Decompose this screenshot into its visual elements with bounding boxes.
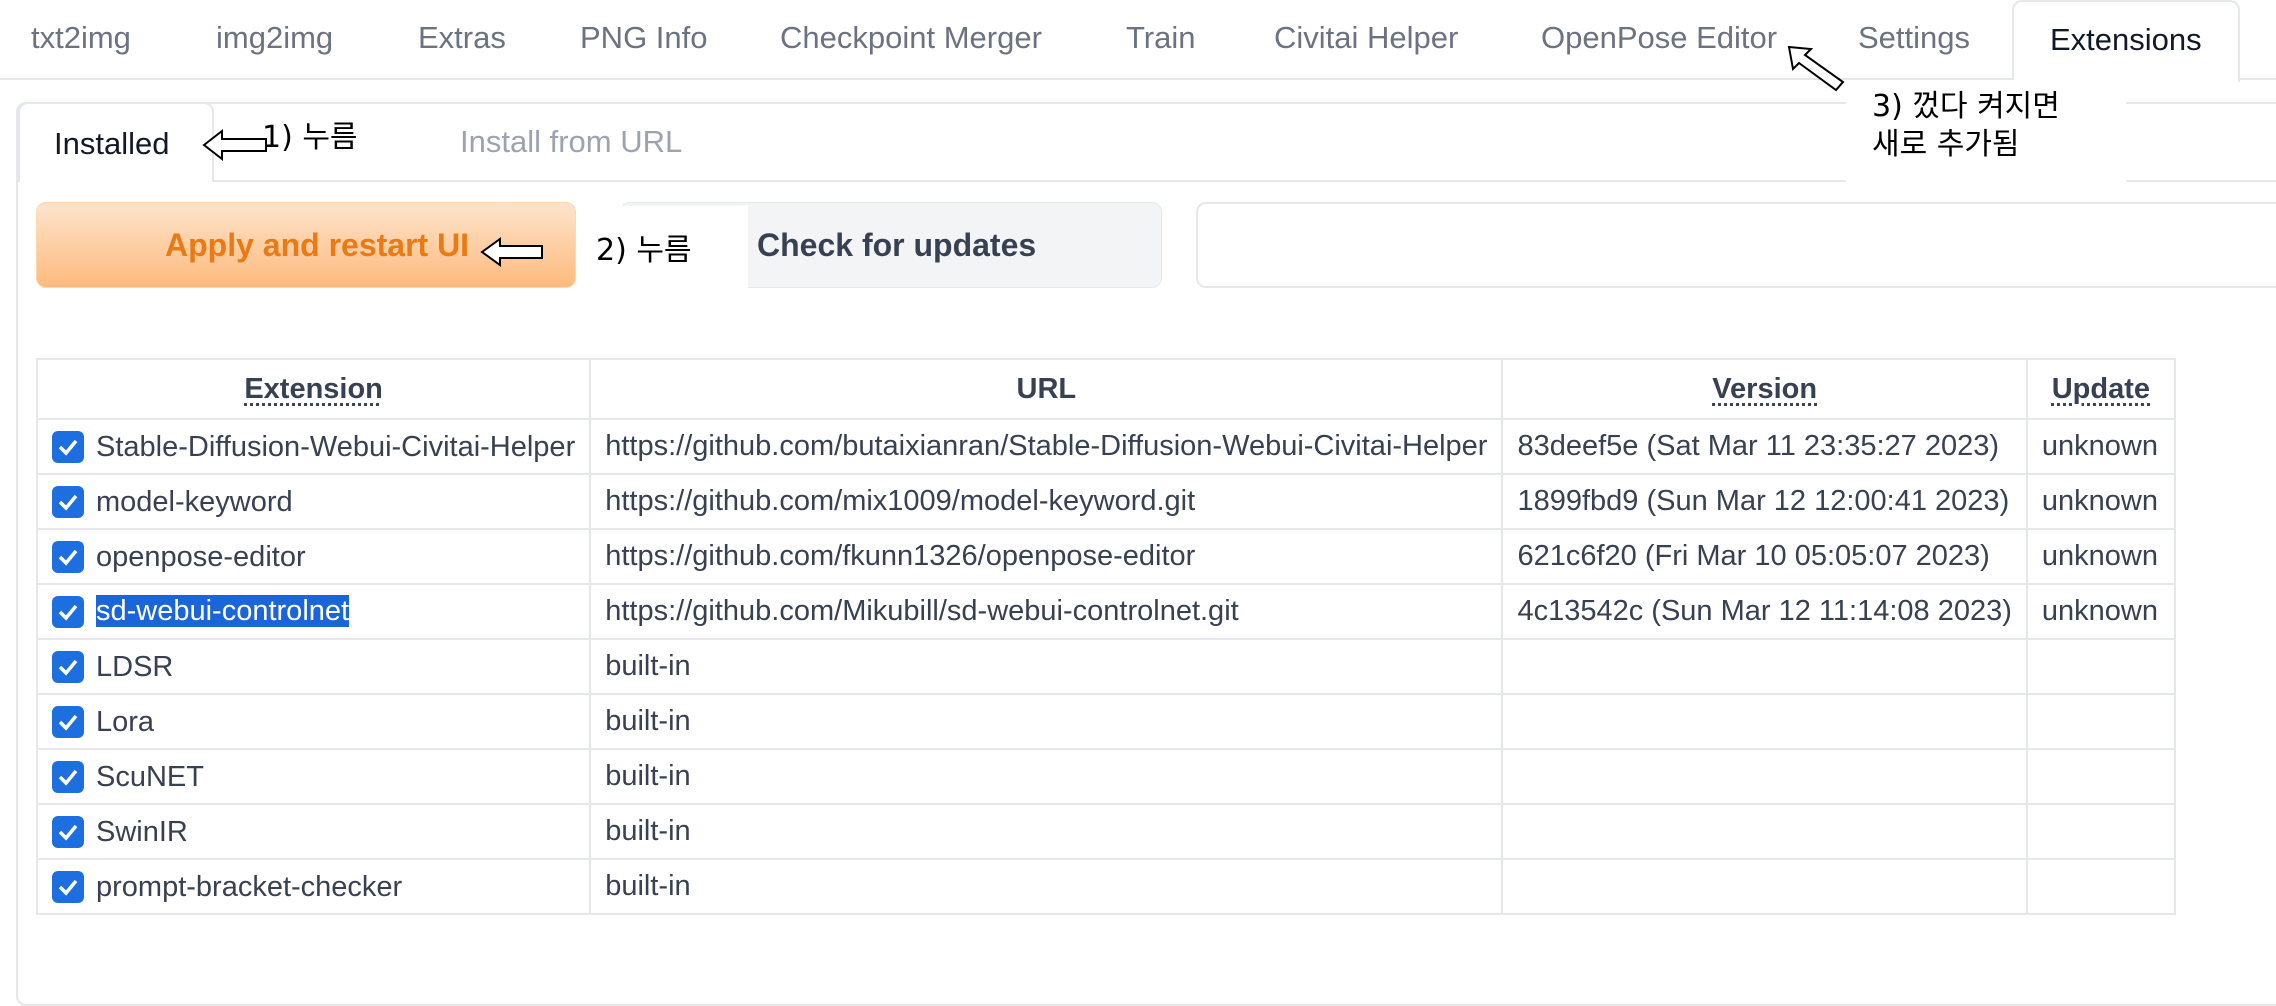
annotation-arrow-left-2-icon bbox=[480, 236, 544, 268]
checkmark-icon bbox=[56, 600, 80, 624]
enable-checkbox[interactable] bbox=[52, 541, 84, 573]
table-row: ScuNET built-in bbox=[37, 749, 2175, 804]
checkmark-icon bbox=[56, 655, 80, 679]
enable-checkbox[interactable] bbox=[52, 431, 84, 463]
extension-version: 621c6f20 (Fri Mar 10 05:05:07 2023) bbox=[1502, 529, 2026, 584]
extension-update-status: unknown bbox=[2027, 584, 2175, 639]
extension-update-status: unknown bbox=[2027, 419, 2175, 474]
checkmark-icon bbox=[56, 765, 80, 789]
extension-url: built-in bbox=[590, 859, 1502, 914]
extension-name: openpose-editor bbox=[96, 540, 306, 572]
extension-update-status bbox=[2027, 749, 2175, 804]
header-extension[interactable]: Extension bbox=[37, 359, 590, 419]
extension-name: SwinIR bbox=[96, 815, 188, 847]
annotation-step-2: 2) 누름 bbox=[596, 232, 692, 270]
extension-version bbox=[1502, 694, 2026, 749]
extension-version bbox=[1502, 859, 2026, 914]
header-version[interactable]: Version bbox=[1502, 359, 2026, 419]
tab-openpose-editor[interactable]: OpenPose Editor bbox=[1541, 20, 1777, 56]
extension-version: 4c13542c (Sun Mar 12 11:14:08 2023) bbox=[1502, 584, 2026, 639]
extension-version bbox=[1502, 749, 2026, 804]
enable-checkbox[interactable] bbox=[52, 596, 84, 628]
tab-txt2img[interactable]: txt2img bbox=[31, 20, 131, 56]
extension-version: 83deef5e (Sat Mar 11 23:35:27 2023) bbox=[1502, 419, 2026, 474]
subtab-installed[interactable]: Installed bbox=[18, 102, 214, 182]
annotation-step-1: 1) 누름 bbox=[262, 119, 358, 157]
enable-checkbox[interactable] bbox=[52, 761, 84, 793]
tab-checkpoint-merger[interactable]: Checkpoint Merger bbox=[780, 20, 1042, 56]
tab-extensions[interactable]: Extensions bbox=[2012, 0, 2240, 82]
top-tab-bar: txt2img img2img Extras PNG Info Checkpoi… bbox=[0, 0, 2276, 80]
table-row: Stable-Diffusion-Webui-Civitai-Helper ht… bbox=[37, 419, 2175, 474]
header-update[interactable]: Update bbox=[2027, 359, 2175, 419]
enable-checkbox[interactable] bbox=[52, 706, 84, 738]
extension-url: built-in bbox=[590, 804, 1502, 859]
extension-version: 1899fbd9 (Sun Mar 12 12:00:41 2023) bbox=[1502, 474, 2026, 529]
table-row: Lora built-in bbox=[37, 694, 2175, 749]
extension-version bbox=[1502, 639, 2026, 694]
checkmark-icon bbox=[56, 545, 80, 569]
header-url: URL bbox=[590, 359, 1502, 419]
tab-img2img[interactable]: img2img bbox=[216, 20, 333, 56]
extensions-table: Extension URL Version Update Stable-Diff… bbox=[36, 358, 2176, 915]
tab-settings[interactable]: Settings bbox=[1858, 20, 1970, 56]
extension-name: ScuNET bbox=[96, 760, 204, 792]
annotation-arrow-left-1-icon bbox=[202, 128, 268, 162]
table-row: model-keyword https://github.com/mix1009… bbox=[37, 474, 2175, 529]
annotation-step-3-line-1: 3) 껐다 켜지면 bbox=[1872, 88, 2060, 126]
checkmark-icon bbox=[56, 875, 80, 899]
extension-update-status bbox=[2027, 694, 2175, 749]
checkmark-icon bbox=[56, 490, 80, 514]
table-row: openpose-editor https://github.com/fkunn… bbox=[37, 529, 2175, 584]
extension-url: https://github.com/butaixianran/Stable-D… bbox=[590, 419, 1502, 474]
extension-name: Lora bbox=[96, 705, 154, 737]
checkmark-icon bbox=[56, 710, 80, 734]
tab-png-info[interactable]: PNG Info bbox=[580, 20, 708, 56]
extension-url: built-in bbox=[590, 639, 1502, 694]
apply-button-label: Apply and restart UI bbox=[165, 227, 469, 264]
enable-checkbox[interactable] bbox=[52, 816, 84, 848]
table-row: LDSR built-in bbox=[37, 639, 2175, 694]
extension-version bbox=[1502, 804, 2026, 859]
extension-update-status: unknown bbox=[2027, 529, 2175, 584]
table-row: prompt-bracket-checker built-in bbox=[37, 859, 2175, 914]
extension-update-status: unknown bbox=[2027, 474, 2175, 529]
extension-url: https://github.com/fkunn1326/openpose-ed… bbox=[590, 529, 1502, 584]
subtab-install-from-url[interactable]: Install from URL bbox=[460, 124, 682, 160]
enable-checkbox[interactable] bbox=[52, 486, 84, 518]
tab-train[interactable]: Train bbox=[1126, 20, 1195, 56]
annotation-step-3-line-2: 새로 추가됨 bbox=[1872, 126, 2020, 164]
extension-update-status bbox=[2027, 804, 2175, 859]
table-header-row: Extension URL Version Update bbox=[37, 359, 2175, 419]
extension-name: LDSR bbox=[96, 650, 173, 682]
extension-update-status bbox=[2027, 859, 2175, 914]
extension-url: built-in bbox=[590, 694, 1502, 749]
checkmark-icon bbox=[56, 435, 80, 459]
extension-url: https://github.com/Mikubill/sd-webui-con… bbox=[590, 584, 1502, 639]
enable-checkbox[interactable] bbox=[52, 651, 84, 683]
extension-update-status bbox=[2027, 639, 2175, 694]
extension-name: prompt-bracket-checker bbox=[96, 870, 402, 902]
annotation-arrow-upleft-3-icon bbox=[1786, 44, 1846, 92]
extension-url: https://github.com/mix1009/model-keyword… bbox=[590, 474, 1502, 529]
tab-civitai-helper[interactable]: Civitai Helper bbox=[1274, 20, 1458, 56]
table-row: sd-webui-controlnet https://github.com/M… bbox=[37, 584, 2175, 639]
annotation-box-3: 3) 껐다 켜지면 새로 추가됨 bbox=[1846, 80, 2126, 186]
enable-checkbox[interactable] bbox=[52, 871, 84, 903]
extension-name-selected: sd-webui-controlnet bbox=[96, 595, 349, 627]
tab-extras[interactable]: Extras bbox=[418, 20, 506, 56]
extension-name: model-keyword bbox=[96, 485, 293, 517]
extension-name: Stable-Diffusion-Webui-Civitai-Helper bbox=[96, 430, 575, 462]
extension-url: built-in bbox=[590, 749, 1502, 804]
table-row: SwinIR built-in bbox=[37, 804, 2175, 859]
status-output-box bbox=[1196, 202, 2276, 288]
check-button-label: Check for updates bbox=[757, 227, 1036, 264]
checkmark-icon bbox=[56, 820, 80, 844]
